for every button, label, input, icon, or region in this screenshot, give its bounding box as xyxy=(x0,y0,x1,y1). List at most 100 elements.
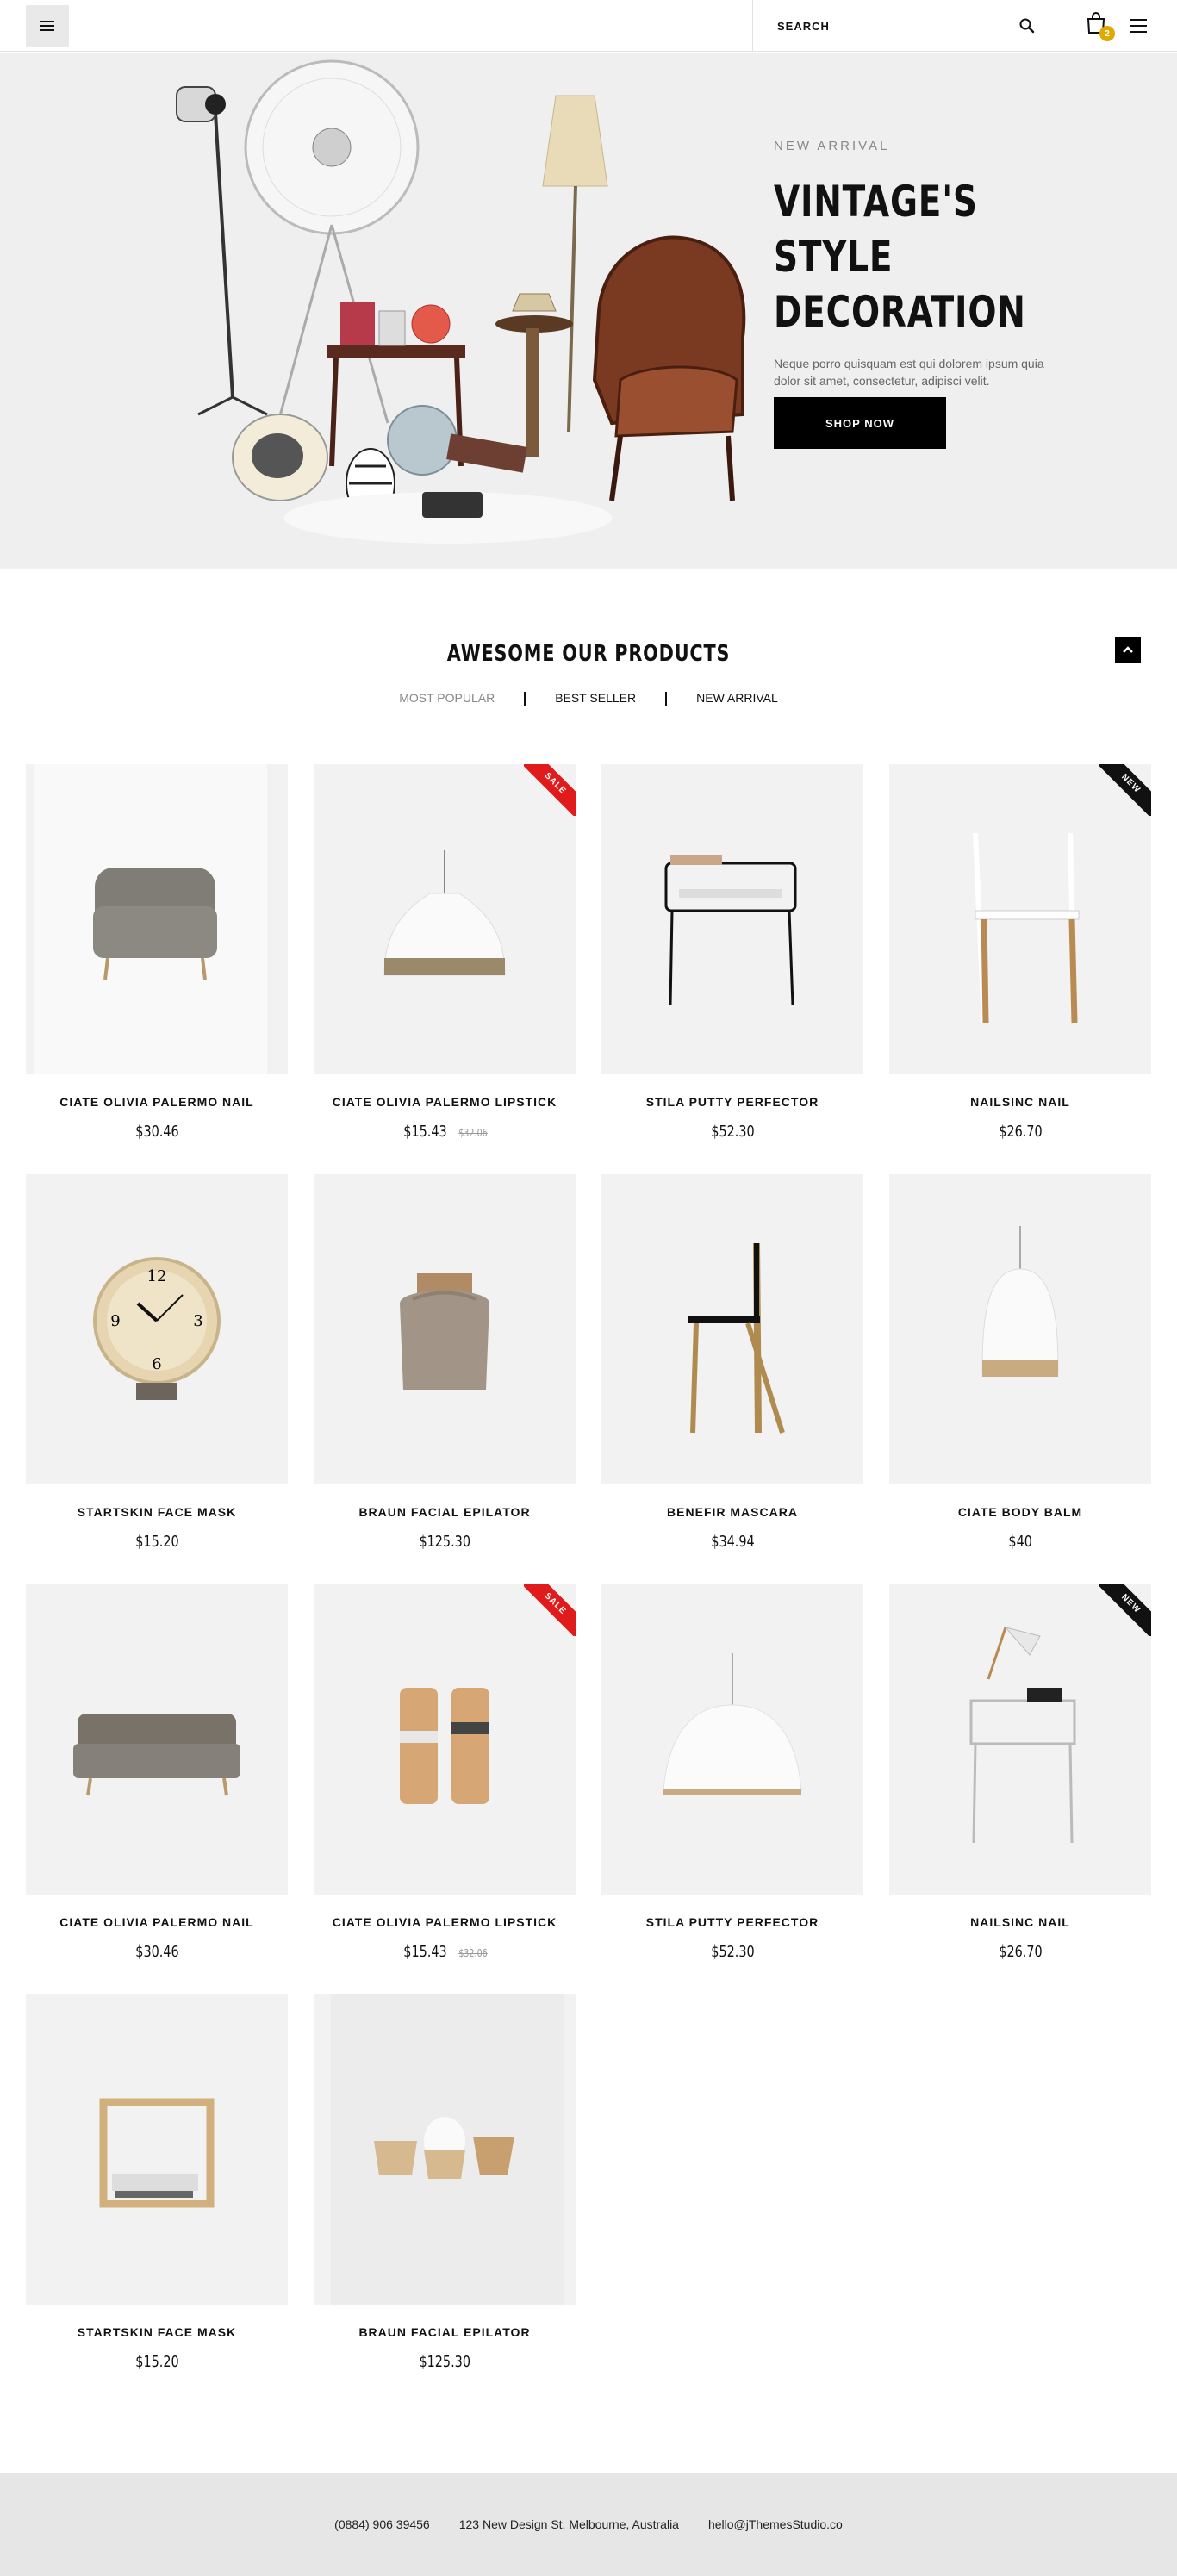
product-card[interactable]: BRAUN FACIAL EPILATOR $125.30 xyxy=(314,1994,576,2374)
product-price: $125.30 xyxy=(419,1533,470,1551)
product-card[interactable]: CIATE OLIVIA PALERMO NAIL $30.46 xyxy=(26,1584,288,1963)
products-section-title: AWESOME OUR PRODUCTS xyxy=(446,641,731,667)
product-price: $15.20 xyxy=(134,1533,179,1551)
shop-now-button[interactable]: SHOP NOW xyxy=(774,397,946,449)
hero-title-line1: VINTAGE'S STYLE xyxy=(774,177,978,282)
product-price: $15.43 xyxy=(402,1123,447,1141)
site-header: 2 xyxy=(0,0,1177,52)
product-image-clock[interactable]: 12 3 6 9 xyxy=(26,1174,288,1484)
product-price: $40 xyxy=(1008,1533,1032,1551)
product-price-row: $30.46 xyxy=(26,1943,288,1961)
product-price-row: $30.46 xyxy=(26,1123,288,1141)
product-image-wood-chair[interactable] xyxy=(601,1174,863,1484)
product-price-row: $26.70 xyxy=(889,1943,1151,1961)
product-price-row: $15.20 xyxy=(26,2353,288,2371)
product-name[interactable]: STILA PUTTY PERFECTOR xyxy=(601,1095,863,1109)
product-price-row: $15.43 $32.06 xyxy=(314,1123,576,1141)
product-image-sofa[interactable] xyxy=(26,1584,288,1895)
product-card[interactable]: CIATE BODY BALM $40 xyxy=(889,1174,1151,1553)
menu-button[interactable] xyxy=(26,5,69,47)
product-image-chair[interactable]: NEW xyxy=(889,764,1151,1074)
search-input[interactable] xyxy=(777,19,1001,33)
hamburger-icon xyxy=(40,21,54,31)
product-card[interactable]: SALE CIATE OLIVIA PALERMO LIPSTICK $15.43 $… xyxy=(314,1584,576,1963)
svg-text:3: 3 xyxy=(193,1312,202,1330)
product-image-wood-box[interactable] xyxy=(26,1994,288,2305)
site-footer: (0884) 906 39456 123 New Design St, Melb… xyxy=(0,2473,1177,2576)
footer-phone[interactable]: (0884) 906 39456 xyxy=(334,2517,430,2531)
new-badge: NEW xyxy=(1099,764,1151,816)
tab-most-popular[interactable]: MOST POPULAR xyxy=(399,691,495,706)
product-image-desk-lamp-table[interactable]: NEW xyxy=(889,1584,1151,1895)
product-name[interactable]: STILA PUTTY PERFECTOR xyxy=(601,1915,863,1929)
new-badge: NEW xyxy=(1099,1584,1151,1636)
tab-new-arrival[interactable]: NEW ARRIVAL xyxy=(696,691,778,706)
search-bar xyxy=(752,0,1062,52)
product-old-price: $32.06 xyxy=(458,1127,489,1139)
back-to-top-button[interactable] xyxy=(1115,637,1141,663)
product-name[interactable]: CIATE OLIVIA PALERMO LIPSTICK xyxy=(314,1095,576,1109)
vintage-furniture-illustration xyxy=(176,59,746,544)
product-image-armchair[interactable] xyxy=(26,764,288,1074)
product-image-grinders[interactable]: SALE xyxy=(314,1584,576,1895)
product-name[interactable]: NAILSINC NAIL xyxy=(889,1095,1151,1109)
product-name[interactable]: CIATE OLIVIA PALERMO NAIL xyxy=(26,1915,288,1929)
product-name[interactable]: NAILSINC NAIL xyxy=(889,1915,1151,1929)
product-image-pendant-lamp[interactable]: SALE xyxy=(314,764,576,1074)
badge-label: NEW xyxy=(1099,764,1151,816)
product-image-bowls[interactable] xyxy=(314,1994,576,2305)
product-price: $15.43 xyxy=(402,1943,447,1961)
product-price-row: $40 xyxy=(889,1533,1151,1551)
svg-text:12: 12 xyxy=(147,1267,167,1285)
sale-badge: SALE xyxy=(524,1584,576,1636)
product-card[interactable]: CIATE OLIVIA PALERMO NAIL $30.46 xyxy=(26,764,288,1143)
product-card[interactable]: BENEFIR MASCARA $34.94 xyxy=(601,1174,863,1553)
badge-label: SALE xyxy=(524,1584,576,1636)
product-name[interactable]: CIATE OLIVIA PALERMO LIPSTICK xyxy=(314,1915,576,1929)
product-price: $30.46 xyxy=(134,1943,179,1961)
product-price: $52.30 xyxy=(710,1123,755,1141)
product-image-dome-lamp[interactable] xyxy=(889,1174,1151,1484)
chevron-up-icon xyxy=(1123,646,1133,653)
product-price-row: $15.20 xyxy=(26,1533,288,1551)
product-name[interactable]: BRAUN FACIAL EPILATOR xyxy=(314,2325,576,2339)
product-price: $26.70 xyxy=(998,1943,1043,1961)
svg-text:6: 6 xyxy=(152,1355,161,1373)
product-card[interactable]: BRAUN FACIAL EPILATOR $125.30 xyxy=(314,1174,576,1553)
product-card[interactable]: STILA PUTTY PERFECTOR $52.30 xyxy=(601,764,863,1143)
tab-best-seller[interactable]: BEST SELLER xyxy=(555,691,636,706)
product-price: $26.70 xyxy=(998,1123,1043,1141)
product-card[interactable]: 12 3 6 9 STARTSKIN FACE MASK $15.20 xyxy=(26,1174,288,1553)
product-name[interactable]: BENEFIR MASCARA xyxy=(601,1505,863,1519)
tab-separator xyxy=(524,692,526,706)
product-image-vase[interactable] xyxy=(314,1174,576,1484)
product-price-row: $34.94 xyxy=(601,1533,863,1551)
product-name[interactable]: BRAUN FACIAL EPILATOR xyxy=(314,1505,576,1519)
product-card[interactable]: STARTSKIN FACE MASK $15.20 xyxy=(26,1994,288,2374)
badge-label: SALE xyxy=(524,764,576,816)
cart-count-badge: 2 xyxy=(1099,26,1115,41)
product-name[interactable]: STARTSKIN FACE MASK xyxy=(26,1505,288,1519)
hero-title: VINTAGE'S STYLE DECORATION xyxy=(774,174,1083,339)
search-icon[interactable] xyxy=(1018,17,1036,34)
product-card[interactable]: NEW NAILSINC NAIL $26.70 xyxy=(889,1584,1151,1963)
footer-email[interactable]: hello@jThemesStudio.co xyxy=(708,2517,843,2531)
sidebar-menu-button[interactable] xyxy=(1130,19,1147,33)
hero-banner: NEW ARRIVAL VINTAGE'S STYLE DECORATION N… xyxy=(0,53,1177,569)
product-name[interactable]: STARTSKIN FACE MASK xyxy=(26,2325,288,2339)
hero-title-line2: DECORATION xyxy=(774,287,1026,337)
product-name[interactable]: CIATE BODY BALM xyxy=(889,1505,1151,1519)
product-image-side-table[interactable] xyxy=(601,764,863,1074)
product-price-row: $125.30 xyxy=(314,2353,576,2371)
product-name[interactable]: CIATE OLIVIA PALERMO NAIL xyxy=(26,1095,288,1109)
product-card[interactable]: STILA PUTTY PERFECTOR $52.30 xyxy=(601,1584,863,1963)
cart-button[interactable]: 2 xyxy=(1086,12,1115,41)
product-price: $30.46 xyxy=(134,1123,179,1141)
badge-label: NEW xyxy=(1099,1584,1151,1636)
product-price-row: $125.30 xyxy=(314,1533,576,1551)
product-image-white-lamp[interactable] xyxy=(601,1584,863,1895)
product-card[interactable]: NEW NAILSINC NAIL $26.70 xyxy=(889,764,1151,1143)
product-filter-tabs: MOST POPULAR BEST SELLER NEW ARRIVAL xyxy=(0,691,1177,706)
product-card[interactable]: SALE CIATE OLIVIA PALERMO LIPSTICK $15.43 $… xyxy=(314,764,576,1143)
footer-address: 123 New Design St, Melbourne, Australia xyxy=(458,2517,679,2531)
